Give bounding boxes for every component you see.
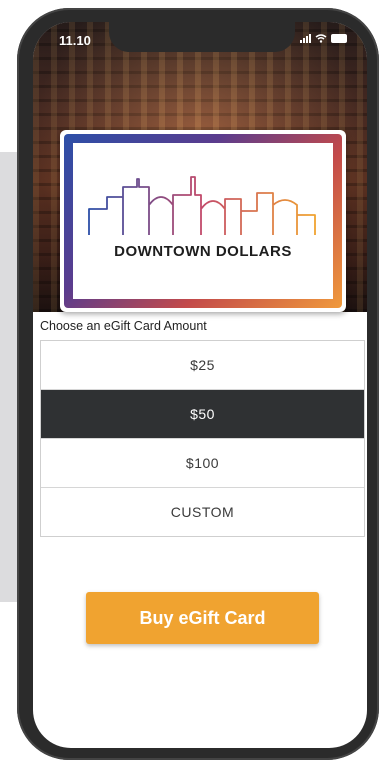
gift-card-gradient-border: DOWNTOWN DOLLARS [64,134,342,308]
phone-screen: 11.10 DOWNTOWN DOLLARS Choose an eGift C… [33,22,367,748]
gift-card-face: DOWNTOWN DOLLARS [73,143,333,299]
amount-option-custom[interactable]: CUSTOM [41,488,364,536]
signal-icon [300,34,311,43]
gift-card-brand-text: DOWNTOWN DOLLARS [114,243,292,260]
wifi-icon [315,34,327,43]
buy-egift-card-button[interactable]: Buy eGift Card [86,592,319,644]
marketing-stage: 11.10 DOWNTOWN DOLLARS Choose an eGift C… [0,0,385,762]
amount-option-100[interactable]: $100 [41,439,364,488]
amount-picker-label: Choose an eGift Card Amount [40,319,207,333]
amount-option-25[interactable]: $25 [41,341,364,390]
status-bar: 11.10 [33,22,367,62]
skyline-logo-icon [88,176,316,235]
status-icons [300,34,347,43]
amount-option-50[interactable]: $50 [41,390,364,439]
phone-notch [109,22,295,52]
amount-option-list: $25 $50 $100 CUSTOM [40,340,365,537]
battery-icon [331,34,347,43]
status-time: 11.10 [59,33,91,48]
gift-card-image: DOWNTOWN DOLLARS [60,130,346,312]
